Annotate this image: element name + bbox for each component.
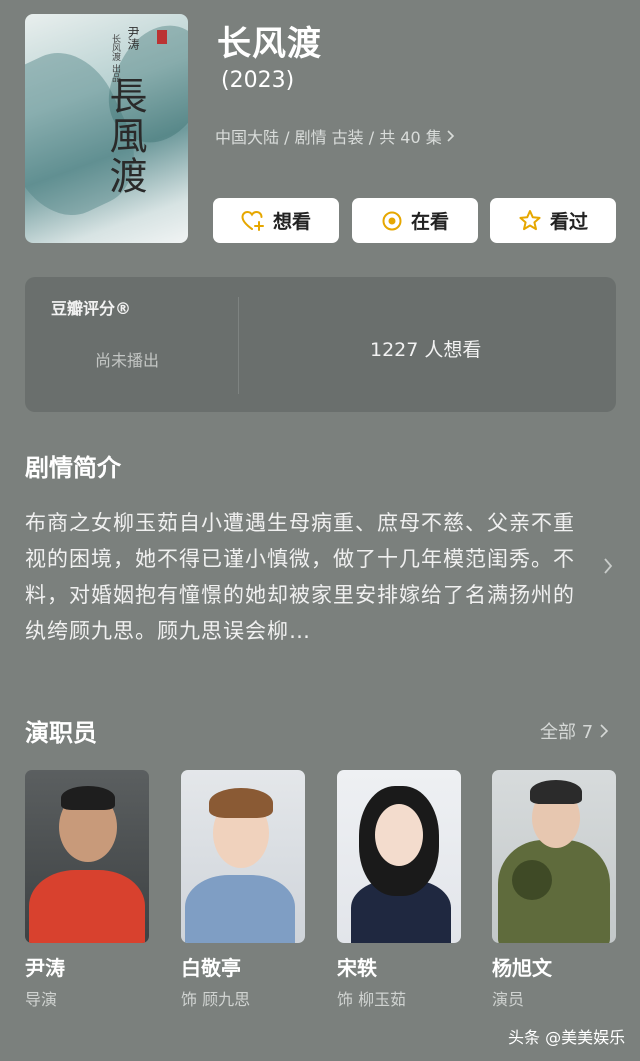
cast-photo-actress[interactable]: [337, 770, 461, 943]
watermark-text: 头条 @美美娱乐: [508, 1028, 626, 1047]
heart-plus-icon: [241, 210, 264, 231]
cast-name[interactable]: 白敬亭: [181, 952, 241, 981]
chevron-right-icon: [447, 130, 454, 142]
watching-button[interactable]: 在看: [352, 198, 478, 243]
cast-name[interactable]: 宋轶: [337, 952, 377, 981]
cast-role: 导演: [25, 990, 58, 1009]
want-count: 1227 人想看: [370, 339, 482, 361]
want-label: 想看: [272, 211, 311, 233]
seal-stamp: [157, 30, 167, 44]
cast-photo-director[interactable]: [25, 770, 149, 943]
show-title: 长风渡: [217, 24, 322, 64]
cast-name[interactable]: 杨旭文: [492, 952, 552, 981]
poster-image[interactable]: 尹涛 长风渡 出品 長風渡: [25, 14, 188, 243]
want-to-watch-button[interactable]: 想看: [213, 198, 339, 243]
show-year: (2023): [221, 68, 295, 93]
cast-all-label: 全部 7: [540, 722, 594, 743]
cast-role: 演员: [492, 990, 525, 1009]
synopsis-text[interactable]: 布商之女柳玉茹自小遭遇生母病重、庶母不慈、父亲不重视的困境，她不得已谨小慎微，做…: [25, 505, 585, 649]
show-meta-link[interactable]: 中国大陆 / 剧情 古装 / 共 40 集: [215, 124, 456, 148]
cast-name[interactable]: 尹涛: [25, 952, 65, 981]
cast-role: 饰 顾九思: [181, 990, 251, 1009]
chevron-right-icon: [600, 724, 609, 738]
rating-label: 豆瓣评分®: [51, 299, 132, 318]
rating-status: 尚未播出: [95, 351, 160, 370]
star-icon: [519, 210, 541, 231]
watching-label: 在看: [410, 211, 449, 233]
cast-heading: 演职员: [25, 719, 97, 747]
watched-button[interactable]: 看过: [490, 198, 616, 243]
rating-divider: [238, 297, 239, 394]
cast-photo-actor-2[interactable]: [492, 770, 616, 943]
synopsis-heading: 剧情简介: [25, 454, 121, 482]
poster-sub-text: 长风渡 出品: [110, 34, 120, 82]
watched-label: 看过: [549, 211, 588, 233]
poster-calligraphy-title: 長風渡: [103, 76, 147, 196]
cast-view-all-link[interactable]: 全部 7: [540, 718, 609, 744]
rating-panel[interactable]: 豆瓣评分® 尚未播出 1227 人想看: [25, 277, 616, 412]
show-meta-text: 中国大陆 / 剧情 古装 / 共 40 集: [215, 128, 442, 147]
cast-role: 饰 柳玉茹: [337, 990, 407, 1009]
target-circle-icon: [382, 211, 402, 230]
cast-photo-actor-1[interactable]: [181, 770, 305, 943]
chevron-right-icon[interactable]: [602, 556, 614, 576]
poster-cast-text: 尹涛: [126, 26, 140, 50]
